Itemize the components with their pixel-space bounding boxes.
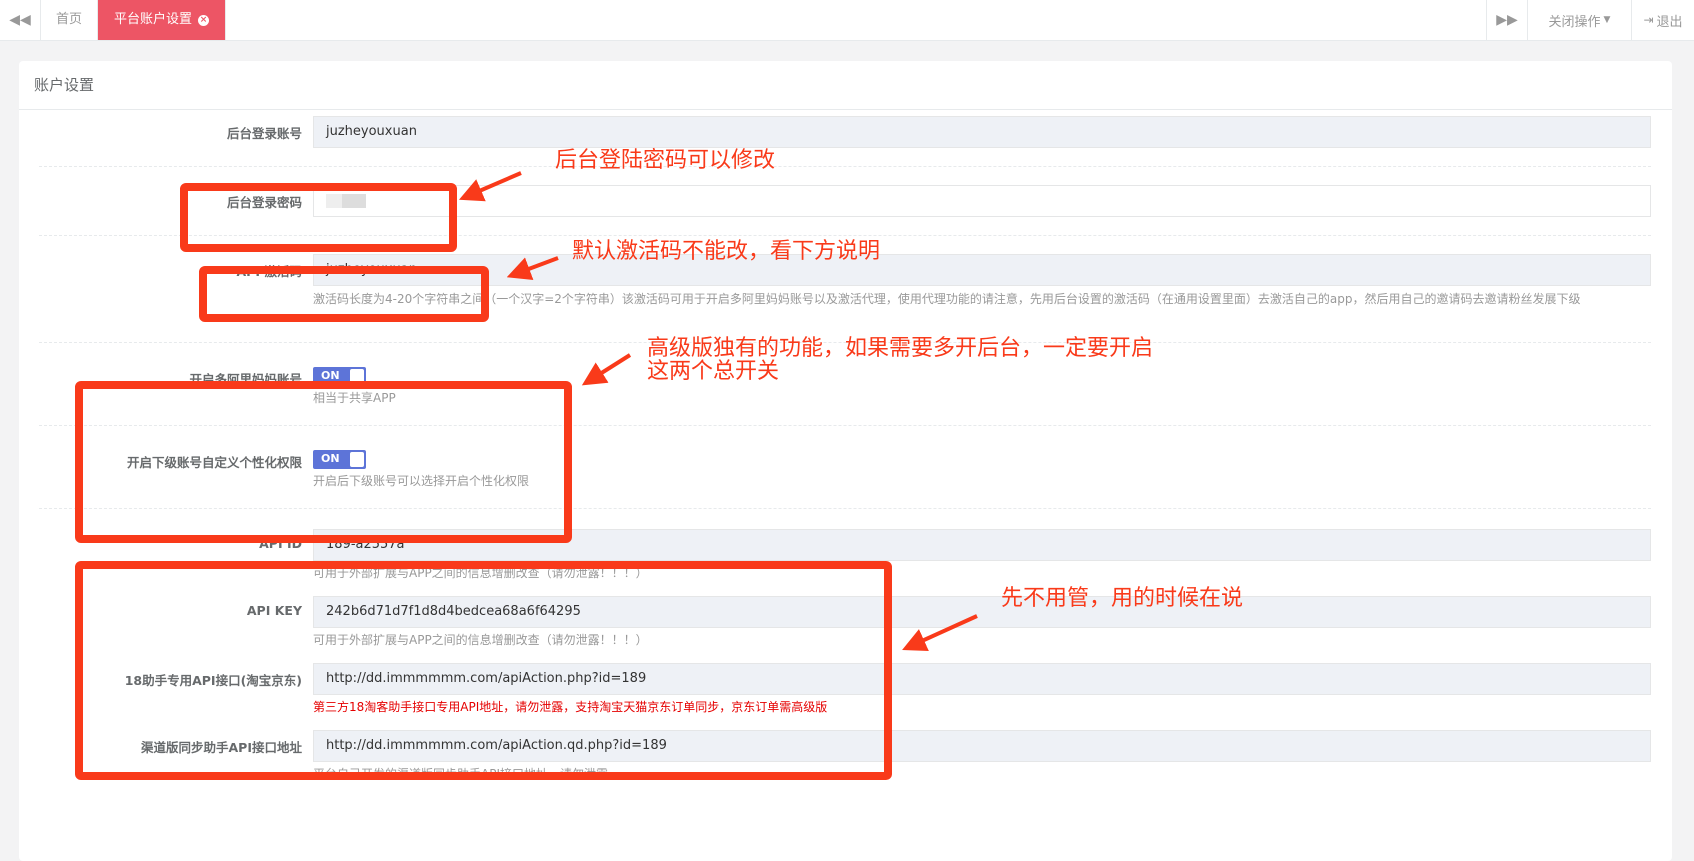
annotation-arrows — [458, 171, 978, 651]
annotation-arrow-password — [458, 171, 522, 202]
annotation-arrow-app-code — [506, 256, 559, 281]
annotation-arrow-api — [902, 614, 978, 651]
annotation-arrow-premium — [581, 353, 632, 386]
